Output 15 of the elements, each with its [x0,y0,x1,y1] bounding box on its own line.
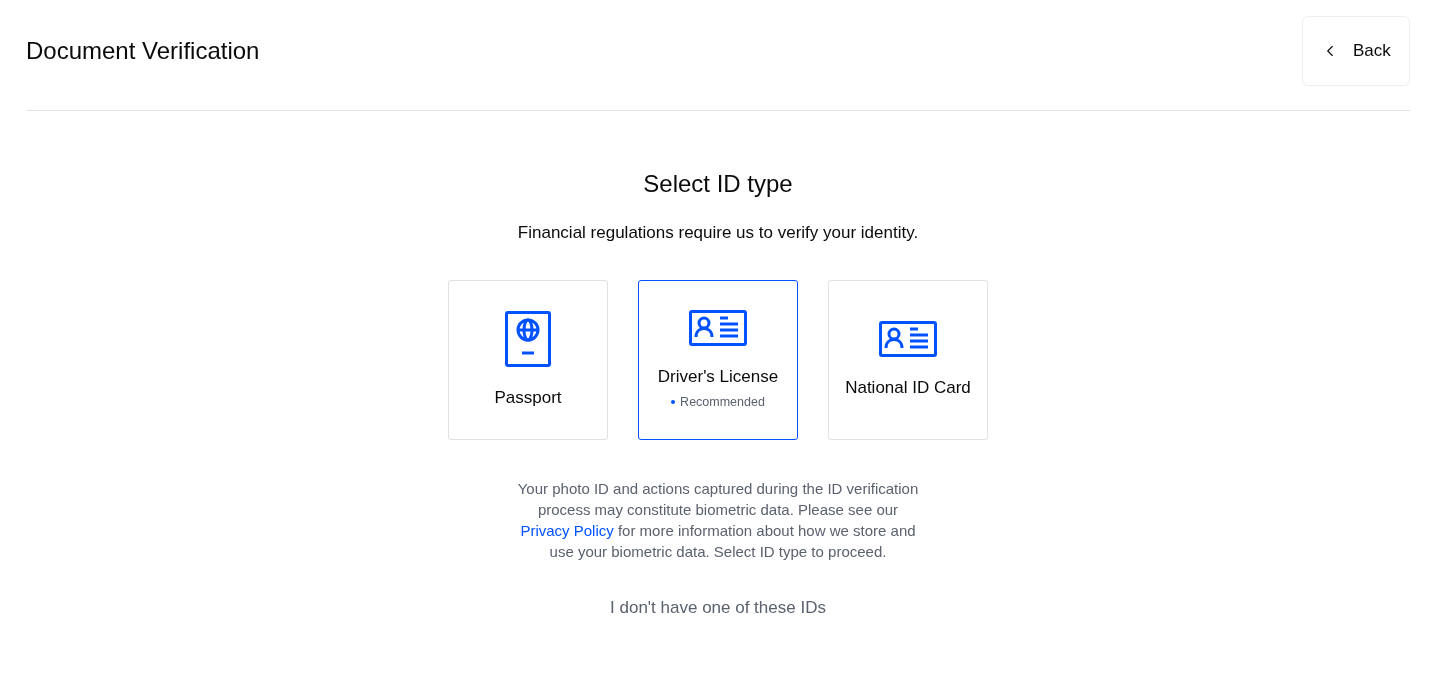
no-id-link[interactable]: I don't have one of these IDs [610,596,826,620]
dot-icon [671,400,676,404]
passport-icon [505,311,551,367]
id-card-icon [689,310,747,346]
page-title: Document Verification [26,36,260,66]
id-type-card[interactable]: Passport [448,280,608,440]
id-card-icon [879,321,937,357]
disclaimer-text: Your photo ID and actions captured during the ID verification process may constitute biometric data. Please see our Privacy Policy for more information about how we store and use your biometric data. Select ID type to proceed. [516,479,920,562]
section-heading: Select ID type [643,169,793,199]
back-button[interactable]: Back [1302,16,1410,86]
subtitle-text: Financial regulations require us to verify your identity. [517,222,919,244]
privacy-policy-link[interactable]: Privacy Policy [520,522,614,539]
id-type-card[interactable]: National ID Card [828,280,988,440]
recommended-text: Recommended [680,394,765,410]
id-type-card[interactable]: Driver's License Recommended [638,280,798,440]
